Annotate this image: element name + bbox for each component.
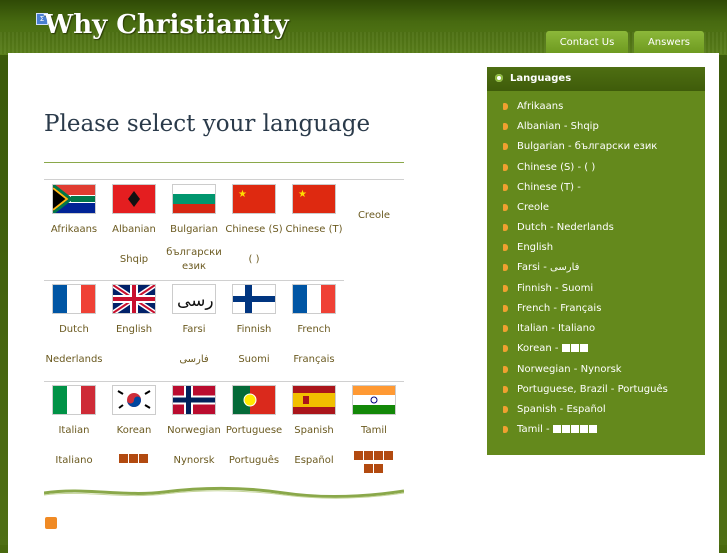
sidebar-item-tamil[interactable]: Tamil -: [503, 424, 598, 435]
sidebar-item-portuguese[interactable]: Portuguese, Brazil - Português: [503, 384, 668, 395]
finland-flag-icon: [232, 284, 276, 314]
sidebar-item-creole[interactable]: Creole: [503, 202, 549, 213]
radio-dot-icon: [495, 74, 503, 82]
decorative-wave-divider: [44, 486, 404, 499]
sidebar-item-italian[interactable]: Italian - Italiano: [503, 323, 595, 334]
sidebar-item-korean[interactable]: Korean -: [503, 343, 589, 354]
bullet-icon: [503, 285, 508, 292]
italy-flag-icon: [52, 385, 96, 415]
france-flag-icon: [292, 284, 336, 314]
bullet-icon: [503, 224, 508, 231]
sidebar-item-chinese-t[interactable]: Chinese (T) -: [503, 182, 581, 193]
language-norwegian[interactable]: Norwegian Nynorsk: [164, 385, 224, 475]
heading-divider: [44, 162, 404, 163]
sidebar-item-albanian[interactable]: Albanian - Shqip: [503, 121, 599, 132]
main-content: Please select your language Afrikaans Al…: [8, 53, 719, 553]
languages-sidebar: Languages Afrikaans Albanian - Shqip Bul…: [487, 67, 705, 455]
south-africa-flag-icon: [52, 184, 96, 214]
south-korea-flag-icon: [112, 385, 156, 415]
china-flag-icon: ★: [292, 184, 336, 214]
bullet-icon: [503, 406, 508, 413]
bullet-icon: [503, 305, 508, 312]
france-flag-icon: [52, 284, 96, 314]
bullet-icon: [503, 345, 508, 352]
sidebar-item-chinese-s[interactable]: Chinese (S) - ( ): [503, 162, 595, 173]
bullet-icon: [503, 366, 508, 373]
portugal-flag-icon: [232, 385, 276, 415]
bullet-icon: [503, 123, 508, 130]
bullet-icon: [503, 143, 508, 150]
norway-flag-icon: [172, 385, 216, 415]
sidebar-item-finnish[interactable]: Finnish - Suomi: [503, 283, 593, 294]
language-chinese-simplified[interactable]: ★ Chinese (S) ( ): [224, 184, 284, 274]
sidebar-item-farsi[interactable]: Farsi - فارسی: [503, 262, 579, 273]
india-flag-icon: [352, 385, 396, 415]
language-spanish[interactable]: Spanish Español: [284, 385, 344, 475]
language-portuguese[interactable]: Portuguese Português: [224, 385, 284, 475]
bullet-icon: [503, 164, 508, 171]
bullet-icon: [503, 204, 508, 211]
tab-contact-us[interactable]: Contact Us: [546, 31, 628, 53]
row-divider: [44, 179, 404, 180]
svg-text:★: ★: [238, 189, 247, 200]
sidebar-item-english[interactable]: English: [503, 242, 553, 253]
sidebar-title: Languages: [510, 73, 572, 84]
row-divider: [44, 381, 404, 382]
svg-text:فارسی: فارسی: [177, 291, 215, 311]
language-tamil[interactable]: Tamil: [344, 385, 404, 477]
language-afrikaans[interactable]: Afrikaans: [44, 184, 104, 244]
page-title: Please select your language: [44, 111, 371, 137]
language-french[interactable]: French Français: [284, 284, 344, 374]
language-bulgarian[interactable]: Bulgarian български език: [164, 184, 224, 274]
language-chinese-traditional[interactable]: ★ Chinese (T): [284, 184, 344, 244]
bullet-icon: [503, 325, 508, 332]
language-creole[interactable]: Creole: [344, 184, 404, 230]
bullet-icon: [503, 244, 508, 251]
language-dutch[interactable]: Dutch Nederlands: [44, 284, 104, 374]
uk-flag-icon: [112, 284, 156, 314]
korean-native-glyphs: [104, 447, 164, 475]
language-finnish[interactable]: Finnish Suomi: [224, 284, 284, 374]
row-divider: [44, 280, 344, 281]
farsi-script-icon: فارسی: [172, 284, 216, 314]
language-english[interactable]: English: [104, 284, 164, 344]
language-farsi[interactable]: فارسی Farsi فارسی: [164, 284, 224, 374]
tab-answers[interactable]: Answers: [634, 31, 704, 53]
sidebar-item-french[interactable]: French - Français: [503, 303, 601, 314]
bulgaria-flag-icon: [172, 184, 216, 214]
spain-flag-icon: [292, 385, 336, 415]
bullet-icon: [503, 103, 508, 110]
language-italian[interactable]: Italian Italiano: [44, 385, 104, 475]
china-flag-icon: ★: [232, 184, 276, 214]
bullet-icon: [503, 386, 508, 393]
rss-icon[interactable]: [45, 517, 57, 529]
sidebar-header: Languages: [487, 67, 705, 91]
svg-text:★: ★: [298, 189, 307, 200]
sidebar-item-norwegian[interactable]: Norwegian - Nynorsk: [503, 364, 622, 375]
sidebar-item-afrikaans[interactable]: Afrikaans: [503, 101, 563, 112]
site-title[interactable]: Why Christianity: [44, 10, 289, 40]
tamil-native-glyphs: [344, 451, 404, 477]
sidebar-item-bulgarian[interactable]: Bulgarian - български език: [503, 141, 657, 152]
sidebar-item-spanish[interactable]: Spanish - Español: [503, 404, 606, 415]
language-albanian[interactable]: Albanian Shqip: [104, 184, 164, 274]
sidebar-item-dutch[interactable]: Dutch - Nederlands: [503, 222, 614, 233]
bullet-icon: [503, 426, 508, 433]
albania-flag-icon: [112, 184, 156, 214]
bullet-icon: [503, 264, 508, 271]
bullet-icon: [503, 184, 508, 191]
language-korean[interactable]: Korean: [104, 385, 164, 475]
